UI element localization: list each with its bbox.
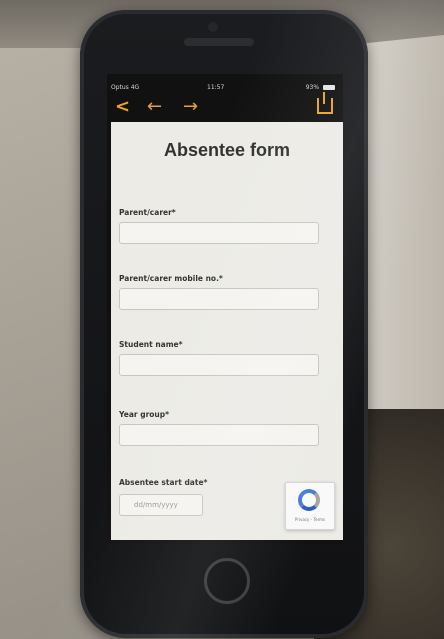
recaptcha-badge[interactable]: Privacy - Terms — [285, 482, 335, 530]
share-icon[interactable] — [317, 92, 333, 114]
next-arrow-icon[interactable]: → — [183, 96, 198, 118]
carrier-label: Optus 4G — [111, 84, 140, 91]
parent-carer-label: Parent/carer* — [119, 208, 176, 217]
clock: 11:57 — [207, 84, 225, 91]
back-button[interactable]: < — [115, 96, 130, 118]
battery-percent: 93% — [305, 84, 320, 91]
browser-toolbar: < ← → — [107, 92, 343, 120]
student-name-input[interactable] — [119, 354, 319, 376]
year-group-label: Year group* — [119, 410, 170, 419]
home-button[interactable] — [204, 558, 250, 604]
status-bar: Optus 4G 11:57 93% — [107, 80, 343, 94]
battery-status: 93% — [306, 84, 335, 91]
mobile-input[interactable] — [119, 288, 319, 310]
phone: Optus 4G 11:57 93% < ← → Absentee form P… — [80, 10, 368, 638]
page-title: Absentee form — [163, 140, 291, 160]
start-date-label: Absentee start date* — [119, 478, 208, 487]
start-date-input[interactable]: dd/mm/yyyy — [119, 494, 203, 516]
prev-arrow-icon[interactable]: ← — [147, 96, 162, 118]
mobile-label: Parent/carer mobile no.* — [119, 274, 223, 283]
phone-screen: Optus 4G 11:57 93% < ← → Absentee form P… — [107, 74, 343, 544]
recaptcha-icon — [298, 489, 320, 511]
student-name-label: Student name* — [119, 340, 183, 349]
camera — [208, 22, 218, 32]
speaker — [184, 38, 254, 46]
parent-carer-input[interactable] — [119, 222, 319, 244]
recaptcha-footer: Privacy - Terms — [294, 517, 326, 522]
web-page: Absentee form Parent/carer* Parent/carer… — [111, 122, 343, 540]
battery-icon — [323, 85, 335, 90]
year-group-input[interactable] — [119, 424, 319, 446]
